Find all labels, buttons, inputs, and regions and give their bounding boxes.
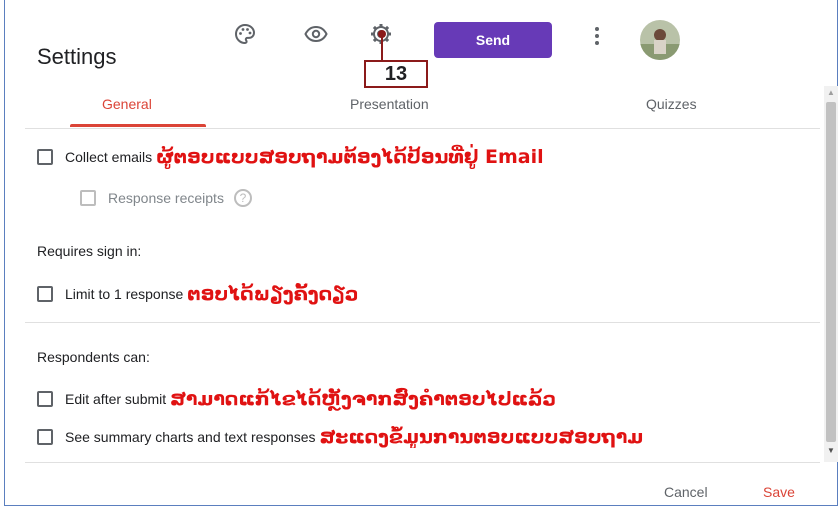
response-receipts-checkbox[interactable] — [80, 190, 96, 206]
collect-emails-note: ຜູ້ຕອບແບບສອບຖາມຕ້ອງໄດ້ປ້ອນທີ່ຢູ່ Email — [156, 146, 544, 168]
avatar-photo — [640, 20, 680, 60]
active-tab-indicator — [70, 124, 206, 127]
scroll-down-icon[interactable]: ▼ — [827, 446, 835, 455]
response-receipts-label: Response receipts — [108, 190, 224, 206]
see-summary-note: ສະແດງຂໍ້ມູນການຕອບແບບສອບຖາມ — [319, 426, 644, 448]
palette-icon[interactable] — [233, 22, 257, 46]
see-summary-label: See summary charts and text responses — [65, 429, 316, 445]
tabs-divider — [25, 128, 820, 129]
dialog-title: Settings — [37, 44, 117, 69]
scrollbar-thumb[interactable] — [826, 102, 836, 442]
requires-sign-in-heading: Requires sign in: — [37, 243, 142, 259]
scroll-up-icon[interactable]: ▲ — [827, 88, 835, 97]
callout-pointer-line — [381, 34, 383, 62]
limit-response-note: ຕອບໄດ້ພຽງຄັ້ງດຽວ — [187, 283, 359, 305]
eye-icon[interactable] — [304, 22, 328, 46]
help-icon[interactable]: ? — [233, 189, 252, 207]
response-receipts-row: Response receipts ? — [80, 189, 252, 207]
section-divider — [25, 322, 820, 323]
footer-divider — [25, 462, 820, 463]
tab-general[interactable]: General — [102, 96, 152, 112]
tab-quizzes[interactable]: Quizzes — [646, 96, 697, 112]
edit-after-submit-checkbox[interactable] — [37, 391, 53, 407]
edit-after-submit-row: Edit after submit ສາມາດແກ້ໄຂໄດ້ຫຼັງຈາກສົ… — [37, 388, 556, 410]
collect-emails-row: Collect emails ຜູ້ຕອບແບບສອບຖາມຕ້ອງໄດ້ປ້ອ… — [37, 146, 544, 168]
collect-emails-label: Collect emails — [65, 149, 153, 165]
limit-response-label: Limit to 1 response — [65, 286, 184, 302]
edit-after-submit-note: ສາມາດແກ້ໄຂໄດ້ຫຼັງຈາກສົ່ງຄຳຕອບໄປແລ້ວ — [170, 388, 557, 410]
step-callout: 13 — [364, 60, 428, 88]
limit-response-row: Limit to 1 response ຕອບໄດ້ພຽງຄັ້ງດຽວ — [37, 283, 358, 305]
cancel-button[interactable]: Cancel — [664, 484, 708, 500]
avatar[interactable] — [640, 20, 680, 60]
edit-after-submit-label: Edit after submit — [65, 391, 167, 407]
save-button[interactable]: Save — [763, 484, 795, 500]
form-toolbar: Send — [0, 10, 840, 60]
respondents-can-heading: Respondents can: — [37, 349, 150, 365]
more-options-icon[interactable] — [590, 24, 604, 54]
see-summary-row: See summary charts and text responses ສະ… — [37, 426, 822, 448]
limit-response-checkbox[interactable] — [37, 286, 53, 302]
settings-tabs: General Presentation Quizzes — [0, 90, 820, 128]
tab-presentation[interactable]: Presentation — [350, 96, 429, 112]
send-button[interactable]: Send — [434, 22, 552, 58]
see-summary-checkbox[interactable] — [37, 429, 53, 445]
collect-emails-checkbox[interactable] — [37, 149, 53, 165]
